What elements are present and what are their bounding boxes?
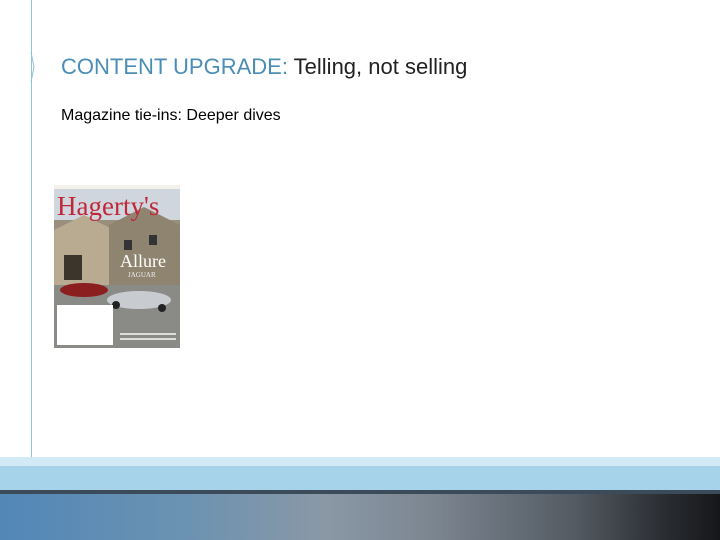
- magazine-cover-image: Hagerty's Allure JAGUAR: [54, 185, 180, 348]
- footer-band-gradient: [0, 494, 720, 540]
- footer-band-light: [0, 457, 720, 466]
- decorative-notch: [30, 52, 35, 82]
- title-highlight: CONTENT UPGRADE:: [61, 54, 288, 79]
- magazine-masthead: Hagerty's: [57, 191, 159, 221]
- svg-text:Allure: Allure: [120, 251, 166, 271]
- svg-text:JAGUAR: JAGUAR: [128, 271, 156, 279]
- footer-band-blue: [0, 466, 720, 490]
- title-rest: Telling, not selling: [287, 54, 468, 79]
- slide-title: CONTENT UPGRADE: Telling, not selling: [61, 54, 467, 80]
- slide-subtitle: Magazine tie-ins: Deeper dives: [61, 107, 281, 124]
